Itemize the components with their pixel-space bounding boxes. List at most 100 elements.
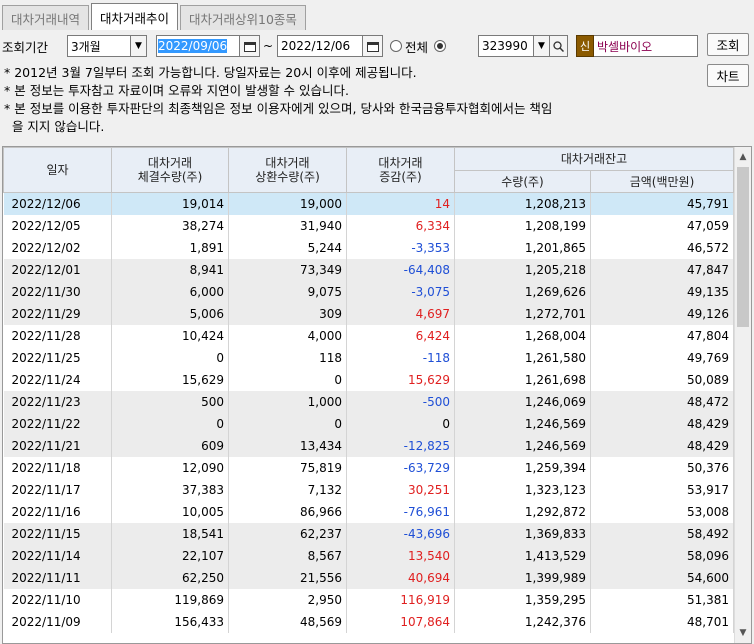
col-header-contract-line1: 대차거래 (147, 156, 193, 170)
vertical-scrollbar[interactable]: ▲ ▼ (734, 147, 751, 643)
tab-bar: 대차거래내역 대차거래추이 대차거래상위10종목 (0, 0, 754, 30)
table-row[interactable]: 2022/11/23 500 1,000 -500 1,246,069 48,472 (3, 390, 734, 413)
col-header-balance-amount[interactable]: 금액(백만원) (590, 170, 734, 193)
cell-change: 13,540 (346, 544, 455, 567)
cell-balance-qty: 1,268,004 (454, 324, 591, 347)
cell-date: 2022/11/21 (3, 434, 112, 457)
table-row[interactable]: 2022/11/22 0 0 0 1,246,569 48,429 (3, 412, 734, 435)
table-row[interactable]: 2022/11/09 156,433 48,569 107,864 1,242,376 4… (3, 610, 734, 633)
date-from-field[interactable]: 2022/09/06 (156, 35, 240, 57)
query-button[interactable]: 조회 (707, 33, 749, 56)
cell-balance-qty: 1,242,376 (454, 610, 591, 633)
col-header-balance[interactable]: 대차거래잔고 (454, 147, 734, 171)
cell-contract-qty: 10,424 (111, 324, 229, 347)
table-row[interactable]: 2022/11/24 15,629 0 15,629 1,261,698 50,089 (3, 368, 734, 391)
cell-contract-qty: 0 (111, 412, 229, 435)
scroll-up-icon[interactable]: ▲ (735, 149, 751, 165)
tab-lending-top10[interactable]: 대차거래상위10종목 (180, 5, 306, 30)
cell-contract-qty: 15,629 (111, 368, 229, 391)
table-row[interactable]: 2022/11/29 5,006 309 4,697 1,272,701 49,126 (3, 302, 734, 325)
cell-repay-qty: 8,567 (228, 544, 347, 567)
cell-balance-amount: 49,126 (590, 302, 734, 325)
table-row[interactable]: 2022/11/28 10,424 4,000 6,424 1,268,004 47,80… (3, 324, 734, 347)
cell-contract-qty: 38,274 (111, 214, 229, 237)
cell-contract-qty: 0 (111, 346, 229, 369)
table-row[interactable]: 2022/11/17 37,383 7,132 30,251 1,323,123 53,9… (3, 478, 734, 501)
period-dropdown-icon[interactable]: ▼ (131, 35, 147, 57)
table-row[interactable]: 2022/11/21 609 13,434 -12,825 1,246,569 48,42… (3, 434, 734, 457)
calendar-from-icon[interactable] (240, 35, 260, 57)
period-select[interactable]: 3개월 (67, 35, 131, 57)
cell-date: 2022/11/23 (3, 390, 112, 413)
tab-lending-trend[interactable]: 대차거래추이 (91, 3, 179, 30)
table-row[interactable]: 2022/12/05 38,274 31,940 6,334 1,208,199 47,0… (3, 214, 734, 237)
cell-repay-qty: 19,000 (228, 192, 347, 215)
cell-change: -64,408 (346, 258, 455, 281)
cell-balance-amount: 48,429 (590, 434, 734, 457)
scroll-down-icon[interactable]: ▼ (735, 625, 751, 641)
cell-balance-qty: 1,261,698 (454, 368, 591, 391)
search-icon[interactable] (550, 35, 568, 57)
cell-balance-qty: 1,246,569 (454, 434, 591, 457)
col-header-balance-qty[interactable]: 수량(주) (454, 170, 591, 193)
cell-date: 2022/11/16 (3, 500, 112, 523)
cell-balance-amount: 48,701 (590, 610, 734, 633)
stock-name-field[interactable]: 박셀바이오 (594, 35, 698, 57)
cell-change: 107,864 (346, 610, 455, 633)
stock-code-dropdown-icon[interactable]: ▼ (534, 35, 550, 57)
cell-date: 2022/12/01 (3, 258, 112, 281)
cell-change: 40,694 (346, 566, 455, 589)
stock-code-field[interactable]: 323990 (478, 35, 534, 57)
radio-all[interactable] (390, 40, 402, 52)
table-row[interactable]: 2022/12/06 19,014 19,000 14 1,208,213 45,791 (3, 192, 734, 215)
table-row[interactable]: 2022/11/18 12,090 75,819 -63,729 1,259,394 50… (3, 456, 734, 479)
notice-line: * 본 정보를 이용한 투자판단의 최종책임은 정보 이용자에게 있으며, 당사… (4, 101, 553, 116)
calendar-to-icon[interactable] (363, 35, 383, 57)
cell-date: 2022/11/24 (3, 368, 112, 391)
table-row[interactable]: 2022/11/11 62,250 21,556 40,694 1,399,989 54,… (3, 566, 734, 589)
cell-change: -43,696 (346, 522, 455, 545)
cell-balance-amount: 58,096 (590, 544, 734, 567)
cell-date: 2022/11/10 (3, 588, 112, 611)
cell-date: 2022/11/18 (3, 456, 112, 479)
cell-repay-qty: 309 (228, 302, 347, 325)
cell-contract-qty: 8,941 (111, 258, 229, 281)
cell-balance-amount: 54,600 (590, 566, 734, 589)
table-row[interactable]: 2022/11/16 10,005 86,966 -76,961 1,292,872 53… (3, 500, 734, 523)
table-row[interactable]: 2022/12/01 8,941 73,349 -64,408 1,205,218 47,… (3, 258, 734, 281)
table-row[interactable]: 2022/12/02 1,891 5,244 -3,353 1,201,865 46,57… (3, 236, 734, 259)
table-row[interactable]: 2022/11/14 22,107 8,567 13,540 1,413,529 58,0… (3, 544, 734, 567)
chart-button[interactable]: 차트 (707, 64, 749, 87)
notice-line: * 본 정보는 투자참고 자료이며 오류와 지연이 발생할 수 있습니다. (4, 83, 349, 98)
cell-change: 30,251 (346, 478, 455, 501)
radio-stock[interactable] (434, 40, 447, 52)
cell-repay-qty: 75,819 (228, 456, 347, 479)
col-header-change[interactable]: 대차거래 증감(주) (346, 147, 455, 193)
table-row[interactable]: 2022/11/30 6,000 9,075 -3,075 1,269,626 49,13… (3, 280, 734, 303)
scroll-thumb[interactable] (737, 167, 749, 327)
col-header-contract[interactable]: 대차거래 체결수량(주) (111, 147, 229, 193)
cell-contract-qty: 5,006 (111, 302, 229, 325)
cell-balance-qty: 1,359,295 (454, 588, 591, 611)
cell-repay-qty: 118 (228, 346, 347, 369)
table-row[interactable]: 2022/11/15 18,541 62,237 -43,696 1,369,833 58… (3, 522, 734, 545)
cell-contract-qty: 500 (111, 390, 229, 413)
cell-change: -500 (346, 390, 455, 413)
cell-date: 2022/12/06 (3, 192, 112, 215)
tab-lending-history[interactable]: 대차거래내역 (2, 5, 90, 30)
lending-trend-grid[interactable]: 일자 대차거래 체결수량(주) 대차거래 상환수량(주) 대차거래 증감(주) 대차거… (2, 146, 752, 644)
cell-date: 2022/11/15 (3, 522, 112, 545)
cell-balance-amount: 47,804 (590, 324, 734, 347)
col-header-date[interactable]: 일자 (3, 147, 112, 193)
cell-change: 14 (346, 192, 455, 215)
cell-date: 2022/11/09 (3, 610, 112, 633)
cell-repay-qty: 5,244 (228, 236, 347, 259)
cell-repay-qty: 0 (228, 412, 347, 435)
notice-block: * 2012년 3월 7일부터 조회 가능합니다. 당일자료는 20시 이후에 … (4, 64, 704, 136)
col-header-repay[interactable]: 대차거래 상환수량(주) (228, 147, 347, 193)
table-row[interactable]: 2022/11/10 119,869 2,950 116,919 1,359,295 51… (3, 588, 734, 611)
table-row[interactable]: 2022/11/25 0 118 -118 1,261,580 49,769 (3, 346, 734, 369)
cell-repay-qty: 86,966 (228, 500, 347, 523)
cell-repay-qty: 13,434 (228, 434, 347, 457)
date-to-field[interactable]: 2022/12/06 (277, 35, 363, 57)
